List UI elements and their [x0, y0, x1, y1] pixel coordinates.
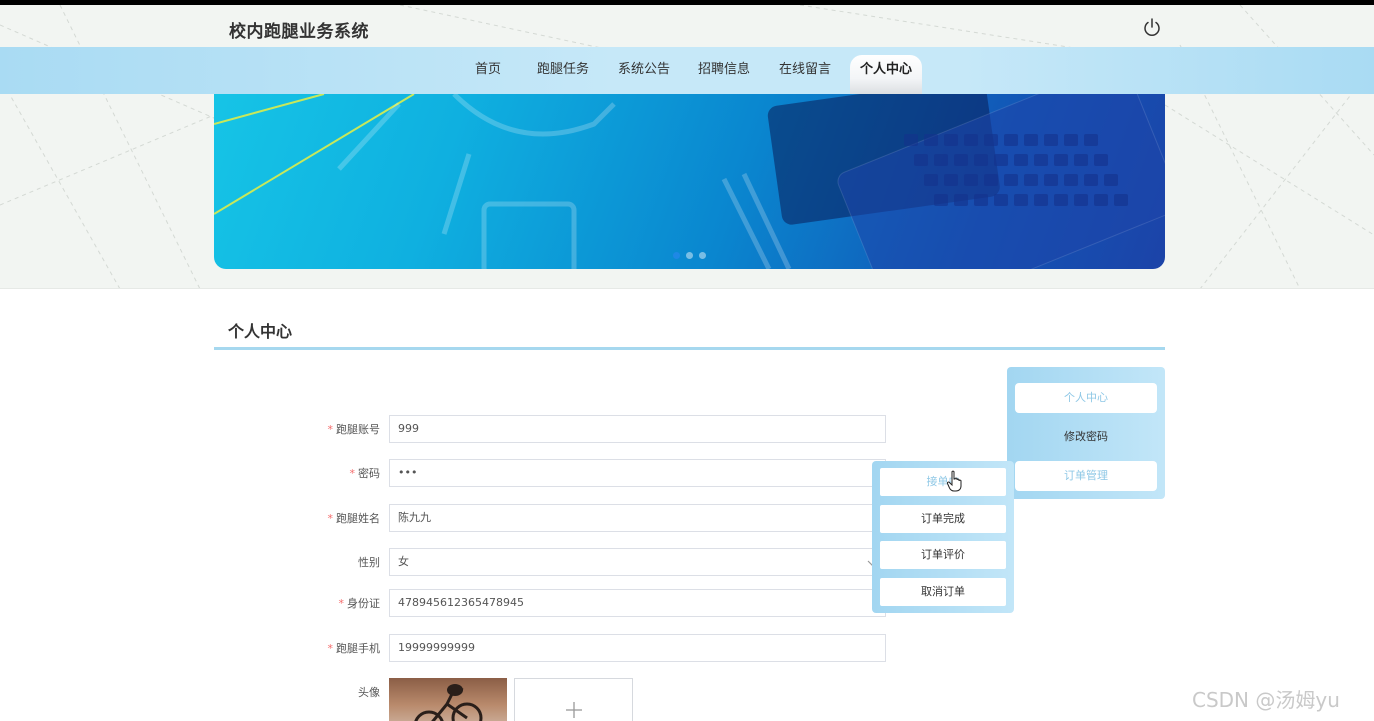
nav-item-tasks[interactable]: 跑腿任务: [537, 47, 589, 94]
nav-item-personal-center[interactable]: 个人中心: [850, 55, 922, 94]
hand-cursor-icon: [946, 470, 962, 492]
side-item-personal-center[interactable]: 个人中心: [1015, 383, 1157, 413]
password-label: * 密码: [349, 467, 381, 480]
section-title: 个人中心: [228, 322, 293, 341]
watermark: CSDN @汤姆yu: [1192, 688, 1340, 712]
phone-label: * 跑腿手机: [327, 642, 381, 655]
gender-selected-value: 女: [398, 555, 409, 568]
gender-select[interactable]: 女: [389, 548, 886, 576]
side-menu: 个人中心 修改密码 订单管理: [1007, 367, 1165, 499]
nav-item-home[interactable]: 首页: [474, 47, 502, 94]
submenu-item-accepting[interactable]: 接单中: [880, 468, 1006, 496]
avatar-label: 头像: [358, 686, 380, 699]
main-navbar: 首页 跑腿任务 系统公告 招聘信息 在线留言 个人中心: [0, 47, 1374, 94]
nav-item-jobs[interactable]: 招聘信息: [698, 47, 750, 94]
site-title: 校内跑腿业务系统: [229, 22, 369, 42]
plus-icon: [566, 702, 582, 718]
submenu-item-review[interactable]: 订单评价: [880, 541, 1006, 569]
side-item-change-password[interactable]: 修改密码: [1015, 422, 1157, 452]
gender-label: 性别: [358, 556, 380, 569]
side-item-order-management[interactable]: 订单管理: [1015, 461, 1157, 491]
order-submenu: 接单中 订单完成 订单评价 取消订单: [872, 461, 1014, 613]
submenu-item-cancel[interactable]: 取消订单: [880, 578, 1006, 606]
avatar-image: [389, 678, 507, 721]
carousel-indicators: [673, 252, 706, 259]
submenu-item-completed[interactable]: 订单完成: [880, 505, 1006, 533]
carousel-dot-3[interactable]: [699, 252, 706, 259]
name-label: * 跑腿姓名: [327, 512, 381, 525]
carousel-dot-1[interactable]: [673, 252, 680, 259]
id-card-input[interactable]: 478945612365478945: [389, 589, 886, 617]
section-divider: [214, 347, 1165, 350]
nav-item-messages[interactable]: 在线留言: [779, 47, 831, 94]
name-input[interactable]: 陈九九: [389, 504, 886, 532]
account-input[interactable]: 999: [389, 415, 886, 443]
avatar-upload-button[interactable]: [514, 678, 633, 721]
cyclist-photo: [414, 684, 483, 721]
phone-input[interactable]: 19999999999: [389, 634, 886, 662]
banner-carousel[interactable]: [214, 94, 1165, 269]
id-card-label: * 身份证: [338, 597, 381, 610]
nav-item-announcements[interactable]: 系统公告: [618, 47, 670, 94]
power-icon[interactable]: [1141, 17, 1163, 39]
password-input[interactable]: •••: [389, 459, 886, 487]
banner-image: [214, 94, 1165, 269]
carousel-dot-2[interactable]: [686, 252, 693, 259]
account-label: * 跑腿账号: [327, 423, 381, 436]
